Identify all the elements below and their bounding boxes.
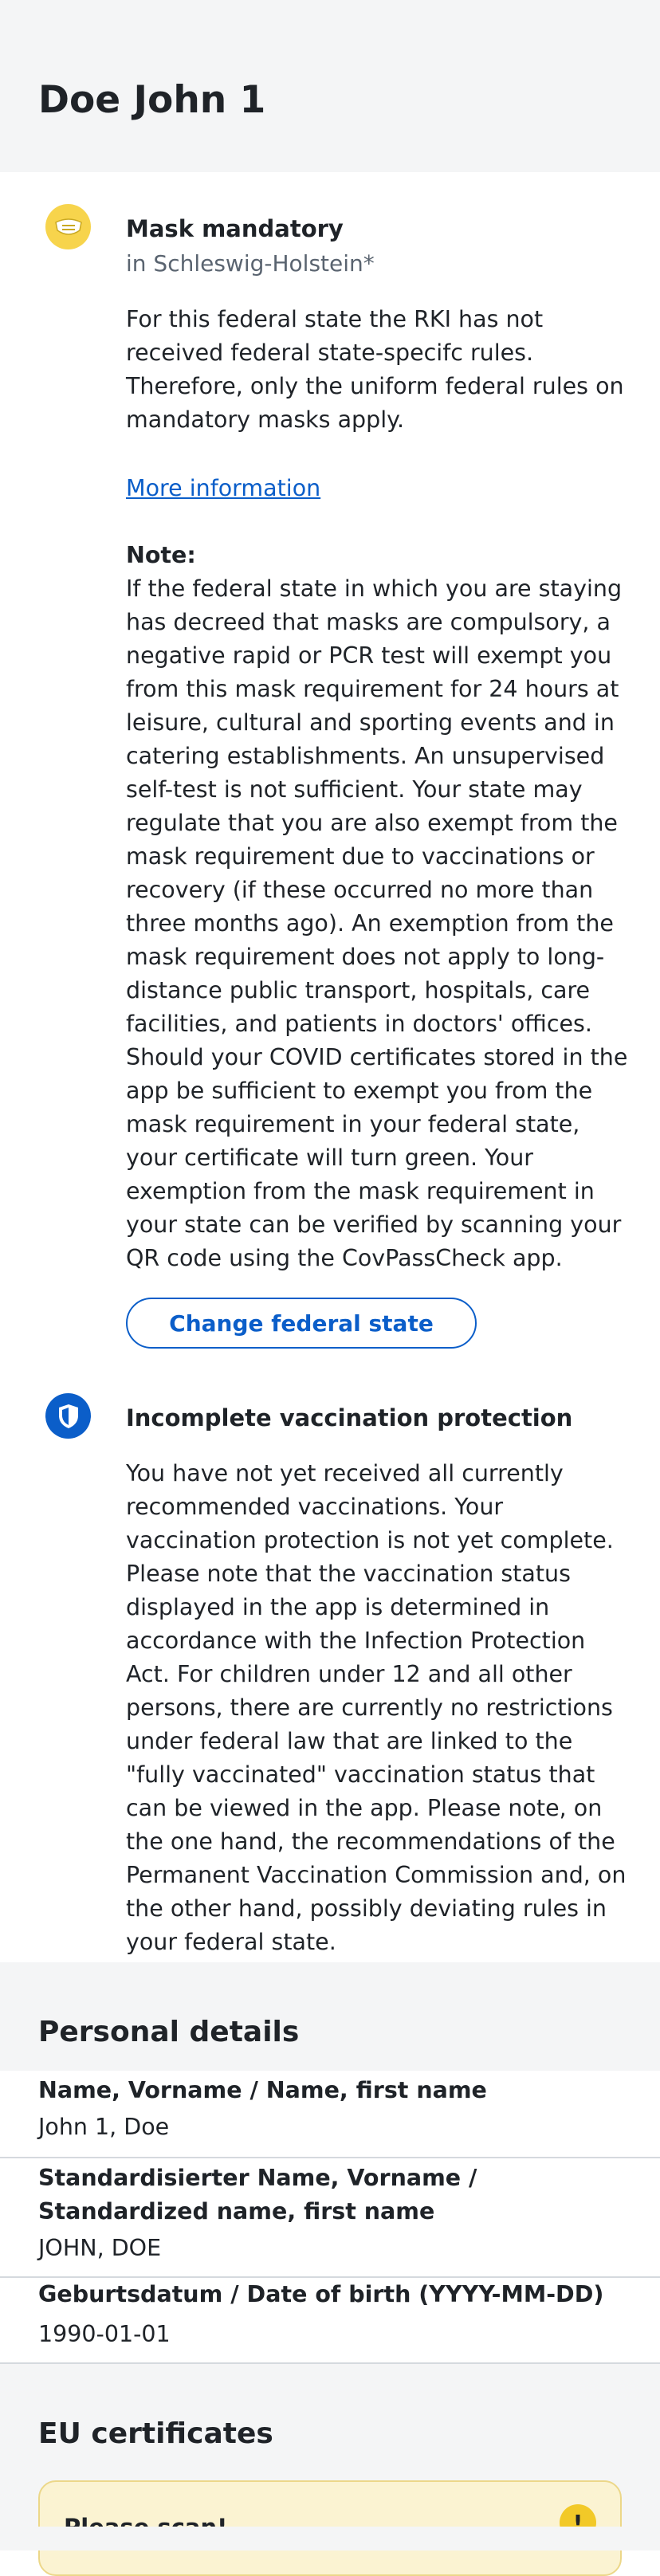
detail-label: Geburtsdatum / Date of birth (YYYY-MM-DD…: [38, 2281, 604, 2307]
bottom-bar: [0, 2527, 660, 2550]
personal-details-title: Personal details: [38, 2016, 300, 2048]
note-label: Note:: [126, 542, 196, 568]
certificate-text: Should your COVID certificates stored in…: [126, 1044, 628, 1271]
more-information-link[interactable]: More information: [126, 472, 320, 505]
header: Doe John 1: [0, 0, 660, 172]
mask-subtitle: in Schleswig-Holstein*: [126, 250, 375, 277]
detail-value: JOHN, DOE: [38, 2235, 162, 2261]
mask-icon: [45, 204, 91, 249]
eu-certificates-title: EU certificates: [38, 2417, 273, 2450]
vaccination-text: You have not yet received all currently …: [126, 1460, 627, 1955]
mask-title: Mask mandatory: [126, 215, 344, 242]
detail-row-name: Name, Vorname / Name, first name John 1,…: [0, 2071, 660, 2158]
page-title: Doe John 1: [38, 78, 266, 122]
detail-value: 1990-01-01: [38, 2321, 171, 2347]
change-federal-state-button[interactable]: Change federal state: [126, 1298, 477, 1349]
detail-row-standardized-name: Standardisierter Name, Vorname / Standar…: [0, 2158, 660, 2278]
vaccination-title: Incomplete vaccination protection: [126, 1404, 573, 1431]
detail-label: Standardisierter Name, Vorname / Standar…: [38, 2165, 477, 2225]
personal-details-header: Personal details: [0, 1962, 660, 2071]
detail-value: John 1, Doe: [38, 2114, 170, 2140]
detail-row-birth-date: Geburtsdatum / Date of birth (YYYY-MM-DD…: [0, 2278, 660, 2364]
note-text: If the federal state in which you are st…: [126, 575, 623, 1037]
shield-icon: [45, 1393, 91, 1439]
detail-label: Name, Vorname / Name, first name: [38, 2077, 487, 2103]
mask-text: For this federal state the RKI has not r…: [126, 306, 624, 433]
